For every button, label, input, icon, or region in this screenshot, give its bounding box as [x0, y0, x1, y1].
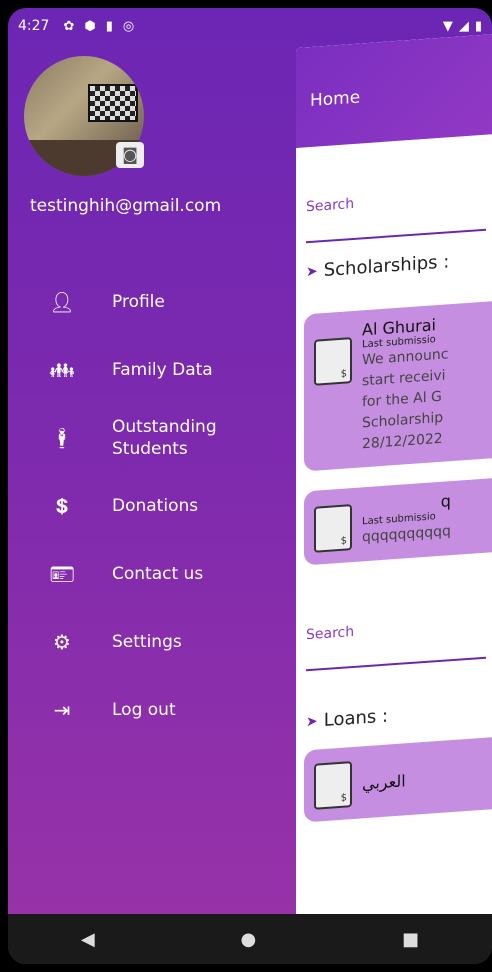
main-header: Home [296, 27, 492, 148]
phone-screen: 4:27 ✿ ⬢ ▮ ◎ ▼ ◢ ▮ Home Search ➤ Scholar… [8, 8, 492, 964]
menu-item-label: Log out [112, 700, 176, 720]
menu-item-log-out[interactable]: ⇥ Log out [8, 676, 296, 744]
certificate-icon [314, 504, 352, 553]
logout-icon: ⇥ [53, 698, 71, 722]
system-nav-bar: ◀ ● ■ [8, 914, 492, 964]
donation-icon: 💲︎ [56, 494, 68, 518]
scholarship-card[interactable]: Al Ghurai Last submissio We announc star… [304, 299, 492, 472]
main-page[interactable]: Home Search ➤ Scholarships : Al Ghurai L… [296, 27, 492, 928]
menu-item-settings[interactable]: ⚙︎ Settings [8, 608, 296, 676]
status-time: 4:27 [18, 18, 50, 34]
loans-title: Loans : [323, 705, 389, 732]
avatar-photo-detail [88, 84, 138, 122]
battery-icon: ▮ [474, 18, 482, 34]
certificate-icon [314, 337, 352, 386]
loan-card[interactable]: العربي [304, 735, 492, 823]
menu-item-donations[interactable]: 💲︎ Donations [8, 472, 296, 540]
scholarships-title: Scholarships : [323, 251, 450, 282]
bullet-arrow-icon: ➤ [306, 262, 318, 280]
scholarships-heading: ➤ Scholarships : [296, 223, 492, 283]
menu-item-label: Family Data [112, 360, 213, 380]
sim-icon: ▮ [105, 18, 113, 34]
student-icon: 🕴︎ [49, 426, 75, 450]
family-icon: 👪︎ [49, 358, 75, 382]
scholarship-card[interactable]: q Last submissio qqqqqqqqqq [304, 476, 492, 566]
bullet-arrow-icon: ➤ [306, 712, 318, 730]
menu-item-contact-us[interactable]: 🪪︎ Contact us [8, 540, 296, 608]
menu-item-profile[interactable]: 👤︎ Profile [8, 268, 296, 336]
person-icon: 👤︎ [49, 290, 75, 314]
camera-icon[interactable]: ◙ [116, 142, 144, 168]
loan-document-icon [314, 761, 352, 810]
menu-item-outstanding-students[interactable]: 🕴︎ Outstanding Students [8, 404, 296, 472]
menu-item-label: Settings [112, 632, 182, 652]
contact-card-icon: 🪪︎ [49, 562, 75, 586]
sync-icon: ◎ [122, 18, 135, 34]
gear-icon: ✿ [63, 18, 75, 34]
page-title: Home [310, 87, 361, 112]
shield-icon: ⬢ [84, 18, 96, 34]
gear-icon: ⚙︎ [53, 630, 71, 654]
menu-item-label: Outstanding Students [112, 417, 217, 459]
back-icon[interactable]: ◀ [81, 929, 95, 950]
wifi-icon: ▼ [442, 18, 453, 34]
menu-item-label: Donations [112, 496, 199, 516]
signal-icon: ◢ [458, 18, 469, 34]
user-email: testinghih@gmail.com [30, 196, 222, 216]
home-icon[interactable]: ● [241, 929, 257, 950]
drawer-menu: 👤︎ Profile 👪︎ Family Data 🕴︎ Outstanding… [8, 268, 296, 744]
menu-item-label: Contact us [112, 564, 204, 584]
recents-icon[interactable]: ■ [402, 929, 419, 950]
card-title: العربي [362, 771, 406, 794]
menu-item-label: Profile [112, 292, 165, 312]
navigation-drawer: ◙ testinghih@gmail.com 👤︎ Profile 👪︎ Fam… [8, 44, 296, 914]
menu-item-family-data[interactable]: 👪︎ Family Data [8, 336, 296, 404]
